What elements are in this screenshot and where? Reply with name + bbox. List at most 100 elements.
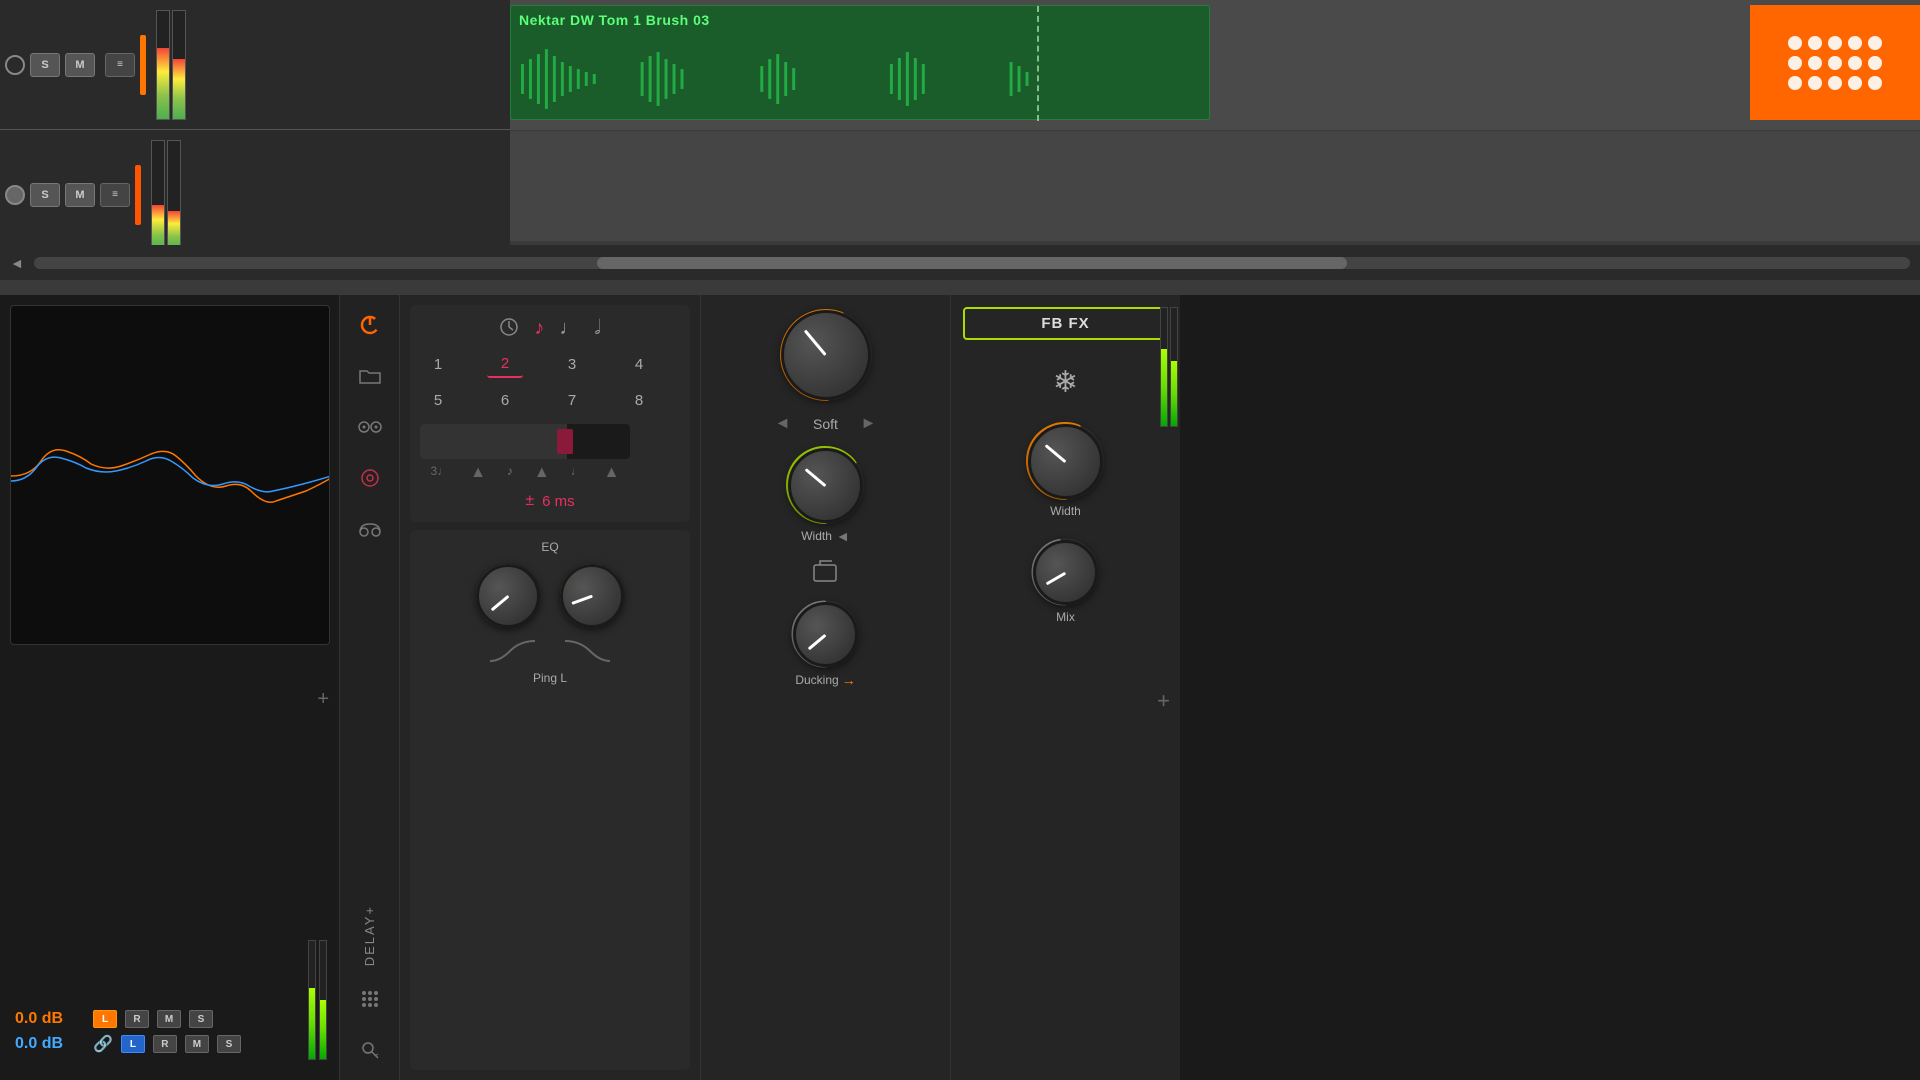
delay-main-panel: ♪ ♩ 𝅗𝅥 1 2 3 4 5 6 7 8 3♩	[400, 295, 700, 1080]
waveform-area-1: Nektar DW Tom 1 Brush 03	[510, 0, 1920, 130]
ducking-mix-row: Ducking →	[711, 602, 940, 688]
eq-knob-2-wrapper	[560, 564, 624, 628]
track2-menu[interactable]: ≡	[100, 183, 130, 207]
link-icon[interactable]: 🔗	[93, 1034, 113, 1054]
soft-knob[interactable]	[781, 310, 871, 400]
track1-s-btn[interactable]: S	[30, 53, 60, 77]
logo-dot	[1828, 56, 1842, 70]
level-M-btn-orange[interactable]: M	[157, 1010, 181, 1028]
delay-offset: ± 6 ms	[420, 492, 680, 510]
fbfx-mix-knob-container: Mix	[1033, 540, 1098, 624]
fbfx-mix-knob[interactable]	[1033, 540, 1098, 605]
level-orange-value: 0.0 dB	[15, 1010, 85, 1028]
grid-dots-icon	[359, 988, 381, 1010]
analyzer-panel: + 0.0 dB L R M S 0.0 dB 🔗 L R M S	[0, 295, 340, 1080]
playhead-line	[1037, 6, 1039, 121]
link-btn[interactable]	[352, 409, 388, 445]
level-S-btn-orange[interactable]: S	[189, 1010, 213, 1028]
track1-menu[interactable]: ≡	[105, 53, 135, 77]
key-btn[interactable]	[352, 1032, 388, 1068]
dots-btn[interactable]	[352, 981, 388, 1017]
logo-dot	[1868, 56, 1882, 70]
clip-title: Nektar DW Tom 1 Brush 03	[519, 12, 710, 28]
snowflake-btn[interactable]: ❄	[1041, 357, 1091, 407]
fbfx-panel: FB FX ❄ Width	[950, 295, 1180, 1080]
scrollbar-thumb[interactable]	[597, 257, 1347, 269]
scroll-left-arrow[interactable]: ◄	[10, 255, 24, 271]
soft-label: Soft	[801, 416, 851, 432]
note-icon-quarter[interactable]: ♩	[559, 317, 579, 342]
ducking-label-row: Ducking →	[795, 672, 855, 688]
level-M-btn-blue[interactable]: M	[185, 1035, 209, 1053]
delay-slider-thumb	[557, 429, 573, 454]
radio-btn[interactable]	[352, 460, 388, 496]
power-btn[interactable]	[352, 307, 388, 343]
level-row-blue: 0.0 dB 🔗 L R M S	[15, 1034, 324, 1054]
arrow-up-1[interactable]: ▲	[470, 464, 486, 482]
daw-top-area: S M ≡ S M ≡	[0, 0, 1920, 280]
track2-power[interactable]	[5, 185, 25, 205]
width-arrow-left[interactable]: ◄	[836, 528, 850, 544]
offset-value: 6 ms	[542, 493, 575, 510]
width-knob-wrapper	[788, 448, 863, 523]
level-L-btn-blue[interactable]: L	[121, 1035, 145, 1053]
fbfx-vu-l	[1160, 307, 1168, 427]
track1-meter-r	[172, 10, 186, 120]
logo-dot	[1788, 56, 1802, 70]
note-icon-clock[interactable]	[499, 317, 519, 342]
logo-dot	[1868, 76, 1882, 90]
track1-power[interactable]	[5, 55, 25, 75]
logo-dot	[1808, 36, 1822, 50]
num-btn-5[interactable]: 5	[420, 386, 456, 414]
folder-btn[interactable]	[352, 358, 388, 394]
waveform-area-2	[510, 131, 1920, 241]
level-R-btn-blue[interactable]: R	[153, 1035, 177, 1053]
eq-knob-2[interactable]	[560, 564, 624, 628]
waveform-clip-1[interactable]: Nektar DW Tom 1 Brush 03	[510, 5, 1210, 120]
headphone-btn[interactable]	[352, 511, 388, 547]
logo-dot	[1808, 76, 1822, 90]
fbfx-width-knob[interactable]	[1028, 424, 1103, 499]
level-L-btn-orange[interactable]: L	[93, 1010, 117, 1028]
fbfx-title: FB FX	[1041, 315, 1089, 332]
analyzer-plus-btn[interactable]: +	[317, 688, 329, 711]
folder-icon	[359, 367, 381, 385]
knob-panel: ◄ Soft ► Width ◄	[700, 295, 950, 1080]
eq-knobs-row	[420, 564, 680, 628]
num-btn-7[interactable]: 7	[554, 386, 590, 414]
level-S-btn-blue[interactable]: S	[217, 1035, 241, 1053]
soft-right-arrow[interactable]: ►	[861, 415, 877, 433]
arrow-up-3[interactable]: ▲	[604, 464, 620, 482]
eq-knob-1[interactable]	[476, 564, 540, 628]
arrow-up-2[interactable]: ▲	[534, 464, 550, 482]
ducking-knob-container: Ducking →	[793, 602, 858, 688]
note-icon-beamed[interactable]: ♪	[534, 317, 544, 342]
sync-back-icon[interactable]	[812, 559, 840, 587]
num-btn-1[interactable]: 1	[420, 350, 456, 378]
num-btn-3[interactable]: 3	[554, 350, 590, 378]
width-row: Width ◄	[711, 448, 940, 544]
eq-knob-1-wrapper	[476, 564, 540, 628]
soft-left-arrow[interactable]: ◄	[775, 415, 791, 433]
fbfx-mix-label: Mix	[1056, 610, 1075, 624]
delay-slider-fill	[420, 424, 567, 459]
num-btn-2[interactable]: 2	[487, 350, 523, 378]
num-btn-4[interactable]: 4	[621, 350, 657, 378]
bitwig-logo	[1750, 5, 1920, 120]
num-btn-8[interactable]: 8	[621, 386, 657, 414]
fbfx-header: FB FX	[963, 307, 1168, 340]
plugin-area: + 0.0 dB L R M S 0.0 dB 🔗 L R M S	[0, 295, 1920, 1080]
track2-s-btn[interactable]: S	[30, 183, 60, 207]
track1-m-btn[interactable]: M	[65, 53, 95, 77]
track2-m-btn[interactable]: M	[65, 183, 95, 207]
note-icon-half[interactable]: 𝅗𝅥	[594, 317, 600, 342]
track2-meter-r	[167, 140, 181, 250]
width-knob[interactable]	[788, 448, 863, 523]
scrollbar-track[interactable]	[34, 257, 1910, 269]
ducking-knob[interactable]	[793, 602, 858, 667]
delay-slider[interactable]	[420, 424, 630, 459]
num-btn-6[interactable]: 6	[487, 386, 523, 414]
logo-dot	[1828, 36, 1842, 50]
level-R-btn-orange[interactable]: R	[125, 1010, 149, 1028]
level-info: 0.0 dB L R M S 0.0 dB 🔗 L R M S	[15, 1010, 324, 1060]
